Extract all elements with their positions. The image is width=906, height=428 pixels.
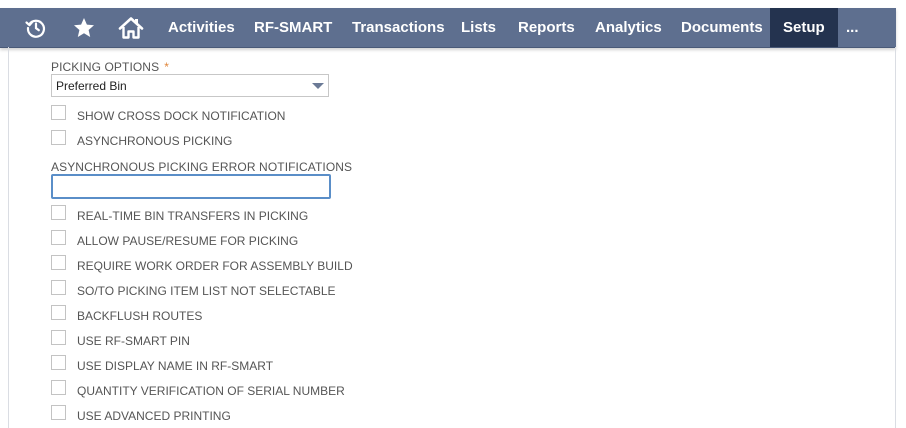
checkbox-label[interactable]: USE DISPLAY NAME IN RF-SMART [77,359,273,373]
checkbox-label[interactable]: REAL-TIME BIN TRANSFERS IN PICKING [77,209,308,223]
checkbox-label[interactable]: ALLOW PAUSE/RESUME FOR PICKING [77,234,298,248]
checkbox-label[interactable]: SO/TO PICKING ITEM LIST NOT SELECTABLE [77,284,336,298]
checkbox-require-work-order-for-assembly-build[interactable] [51,255,66,270]
checkbox-label[interactable]: USE ADVANCED PRINTING [77,409,231,423]
checkbox-label[interactable]: SHOW CROSS DOCK NOTIFICATION [77,109,285,123]
picking-options-label: PICKING OPTIONS * [51,60,169,74]
home-icon[interactable] [117,8,145,47]
content-right-border [895,47,896,428]
checkbox-label[interactable]: BACKFLUSH ROUTES [77,309,202,323]
nav-transactions[interactable]: Transactions [352,8,445,47]
checkbox-allow-pause-resume-for-picking[interactable] [51,230,66,245]
star-icon[interactable] [71,8,97,47]
nav-reports[interactable]: Reports [518,8,575,47]
checkbox-show-cross-dock-notification[interactable] [51,105,66,120]
checkbox-use-rf-smart-pin[interactable] [51,330,66,345]
checkbox-quantity-verification-of-serial-number[interactable] [51,380,66,395]
nav-lists[interactable]: Lists [461,8,496,47]
checkbox-use-display-name-in-rf-smart[interactable] [51,355,66,370]
required-marker: * [164,60,169,74]
nav-documents[interactable]: Documents [681,8,763,47]
checkbox-so-to-picking-item-list-not-selectable[interactable] [51,280,66,295]
async-error-notifications-label: ASYNCHRONOUS PICKING ERROR NOTIFICATIONS [51,160,353,174]
checkbox-label[interactable]: USE RF-SMART PIN [77,334,190,348]
dropdown-arrow-icon[interactable] [312,83,324,89]
nav-setup[interactable]: Setup [770,8,838,47]
content-left-border [8,47,9,428]
nav-rf-smart[interactable]: RF-SMART [254,8,332,47]
checkbox-asynchronous-picking[interactable] [51,130,66,145]
nav-more[interactable]: ... [846,8,859,47]
checkbox-backflush-routes[interactable] [51,305,66,320]
checkbox-label[interactable]: REQUIRE WORK ORDER FOR ASSEMBLY BUILD [77,259,353,273]
picking-options-select[interactable]: Preferred Bin [51,74,329,97]
checkbox-label[interactable]: ASYNCHRONOUS PICKING [77,134,232,148]
checkbox-label[interactable]: QUANTITY VERIFICATION OF SERIAL NUMBER [77,384,345,398]
async-error-notifications-input[interactable] [51,174,331,199]
checkbox-real-time-bin-transfers-in-picking[interactable] [51,205,66,220]
nav-activities[interactable]: Activities [168,8,235,47]
top-navigation-bar: Activities RF-SMART Transactions Lists R… [0,8,896,48]
recent-records-icon[interactable] [22,8,50,47]
picking-options-value: Preferred Bin [56,79,127,93]
nav-analytics[interactable]: Analytics [595,8,662,47]
checkbox-use-advanced-printing[interactable] [51,405,66,420]
